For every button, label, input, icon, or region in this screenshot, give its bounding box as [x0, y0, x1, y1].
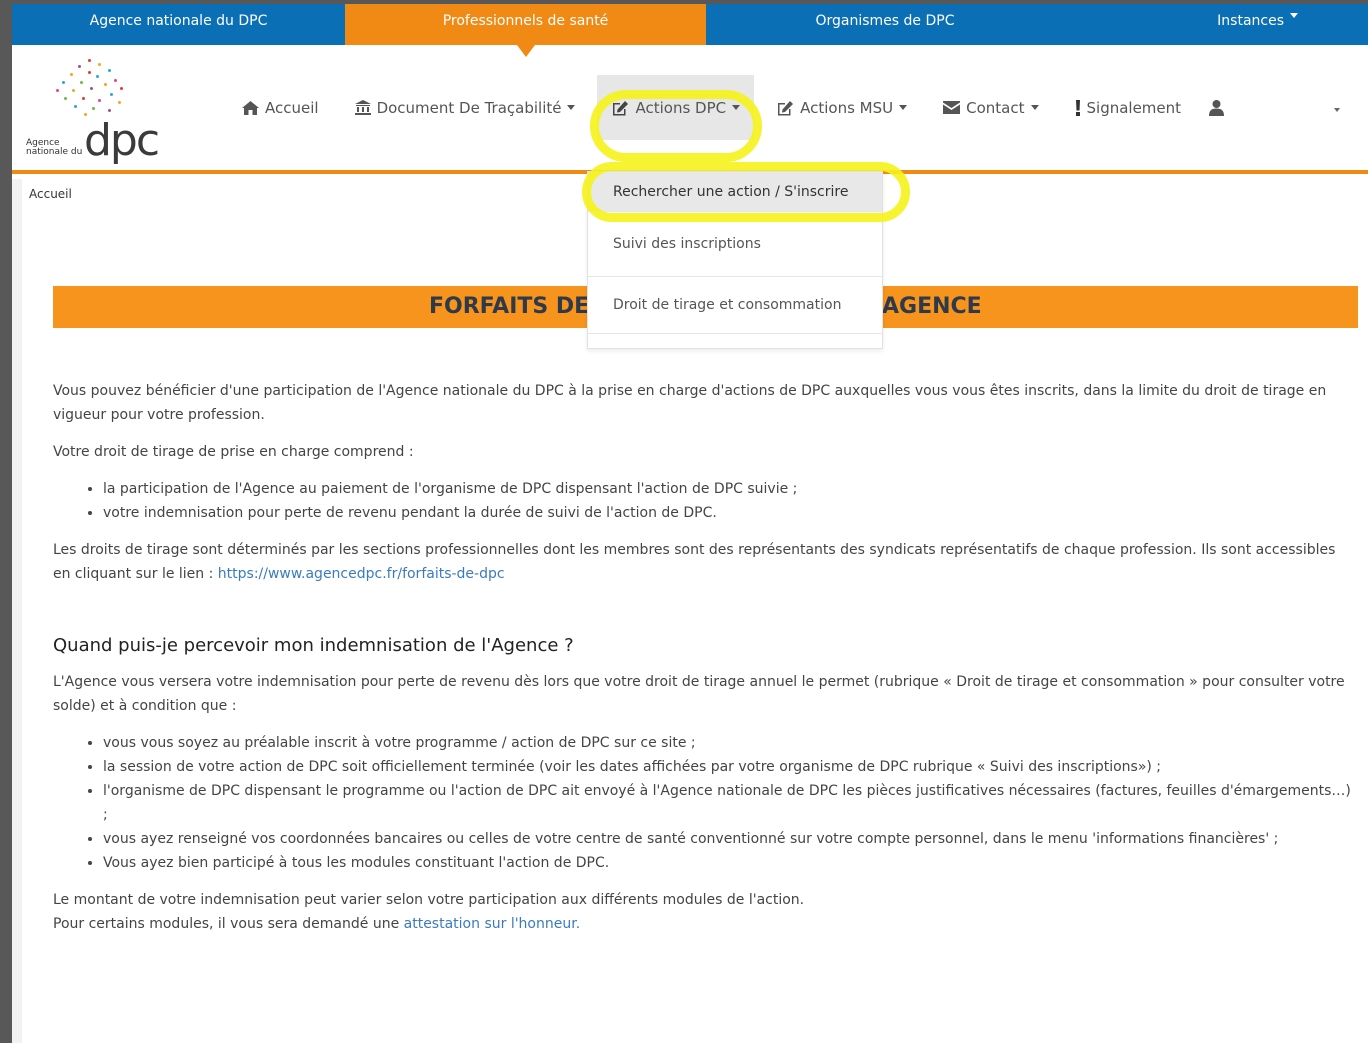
edit-icon	[778, 100, 794, 115]
list-item: la participation de l'Agence au paiement…	[103, 477, 1353, 501]
nav-actions-dpc[interactable]: Actions DPC	[597, 75, 755, 140]
nav-document[interactable]: Document De Traçabilité	[354, 98, 576, 117]
chevron-down-icon	[567, 105, 576, 110]
envelope-icon	[943, 101, 961, 114]
page: Agence nationale du DPC Professionnels d…	[12, 4, 1368, 1043]
nav-signalement[interactable]: Signalement	[1075, 98, 1182, 117]
top-bar: Agence nationale du DPC Professionnels d…	[12, 4, 1368, 57]
topbar-agence-label: Agence nationale du DPC	[89, 13, 268, 29]
user-icon	[1209, 99, 1225, 116]
list: vous vous soyez au préalable inscrit à v…	[53, 731, 1353, 875]
bank-icon	[354, 100, 371, 115]
nav-actions-msu[interactable]: Actions MSU	[776, 98, 908, 117]
paragraph-text: Le montant de votre indemnisation peut v…	[53, 892, 805, 908]
forfaits-link[interactable]: https://www.agencedpc.fr/forfaits-de-dpc	[218, 566, 505, 582]
banner-title-left: FORFAITS DE	[429, 294, 590, 319]
topbar-professionnels[interactable]: Professionnels de santé	[345, 4, 706, 57]
logo-agence-text: Agence nationale du	[26, 138, 83, 157]
nav-accueil[interactable]: Accueil	[242, 99, 319, 117]
nav-user[interactable]	[1209, 99, 1230, 116]
attestation-link[interactable]: attestation sur l'honneur.	[404, 916, 581, 932]
dropdown-rechercher[interactable]: Rechercher une action / S'inscrire	[588, 172, 882, 212]
logo[interactable]: dpc Agence nationale du	[24, 57, 160, 167]
dropdown-item-label: Suivi des inscriptions	[613, 236, 761, 252]
actions-dpc-dropdown: Rechercher une action / S'inscrire Suivi…	[587, 171, 883, 349]
list-item: vous ayez renseigné vos coordonnées banc…	[103, 827, 1353, 851]
chevron-down-icon	[1290, 13, 1298, 18]
section-heading: Quand puis-je percevoir mon indemnisatio…	[53, 635, 574, 656]
topbar-professionnels-label: Professionnels de santé	[442, 13, 609, 29]
nav-contact[interactable]: Contact	[943, 98, 1039, 117]
list-item: la session de votre action de DPC soit o…	[103, 755, 1353, 779]
topbar-organismes-label: Organismes de DPC	[815, 13, 955, 29]
header: dpc Agence nationale du Accueil Document…	[12, 45, 1368, 174]
topbar-agence[interactable]: Agence nationale du DPC	[12, 4, 345, 45]
chevron-down-icon	[732, 105, 741, 110]
topbar-instances-label: Instances	[1217, 13, 1284, 29]
logo-dots	[52, 57, 142, 119]
left-stripe	[12, 179, 22, 1043]
list-item: Vous ayez bien participé à tous les modu…	[103, 851, 1353, 875]
list-item: l'organisme de DPC dispensant le program…	[103, 779, 1353, 827]
nav-actions-dpc-label: Actions DPC	[635, 98, 727, 117]
home-icon	[242, 100, 259, 115]
dropdown-droit-tirage[interactable]: Droit de tirage et consommation	[588, 277, 882, 334]
topbar-instances[interactable]: Instances	[1064, 4, 1368, 45]
nav-actions-msu-label: Actions MSU	[800, 98, 894, 117]
paragraph: Votre droit de tirage de prise en charge…	[53, 444, 414, 460]
paragraph: L'Agence vous versera votre indemnisatio…	[53, 674, 1345, 714]
chevron-down-icon	[899, 105, 908, 110]
chevron-down-icon[interactable]	[1328, 100, 1340, 118]
list: la participation de l'Agence au paiement…	[53, 477, 1353, 525]
paragraph: Le montant de votre indemnisation peut v…	[53, 888, 1353, 936]
dropdown-item-label: Rechercher une action / S'inscrire	[613, 183, 849, 200]
main-content: Vous pouvez bénéficier d'une participati…	[53, 379, 1353, 936]
main-nav: Accueil Document De Traçabilité Actions …	[242, 45, 1340, 170]
nav-accueil-label: Accueil	[265, 98, 319, 117]
paragraph: Vous pouvez bénéficier d'une participati…	[53, 383, 1327, 423]
list-item: vous vous soyez au préalable inscrit à v…	[103, 731, 1353, 755]
nav-document-label: Document De Traçabilité	[376, 98, 562, 117]
logo-dpc-text: dpc	[84, 115, 160, 166]
list-item: votre indemnisation pour perte de revenu…	[103, 501, 1353, 525]
paragraph-text: Pour certains modules, il vous sera dema…	[53, 916, 400, 932]
dropdown-suivi[interactable]: Suivi des inscriptions	[588, 212, 882, 277]
nav-contact-label: Contact	[966, 98, 1025, 117]
breadcrumb[interactable]: Accueil	[29, 187, 72, 201]
banner-title-right: AGENCE	[882, 294, 982, 319]
topbar-organismes[interactable]: Organismes de DPC	[706, 4, 1064, 45]
exclamation-icon	[1075, 99, 1080, 116]
paragraph: Les droits de tirage sont déterminés par…	[53, 538, 1353, 586]
chevron-down-icon	[1030, 105, 1039, 110]
nav-signalement-label: Signalement	[1086, 98, 1182, 117]
edit-icon	[613, 100, 629, 115]
dropdown-item-label: Droit de tirage et consommation	[613, 297, 842, 313]
